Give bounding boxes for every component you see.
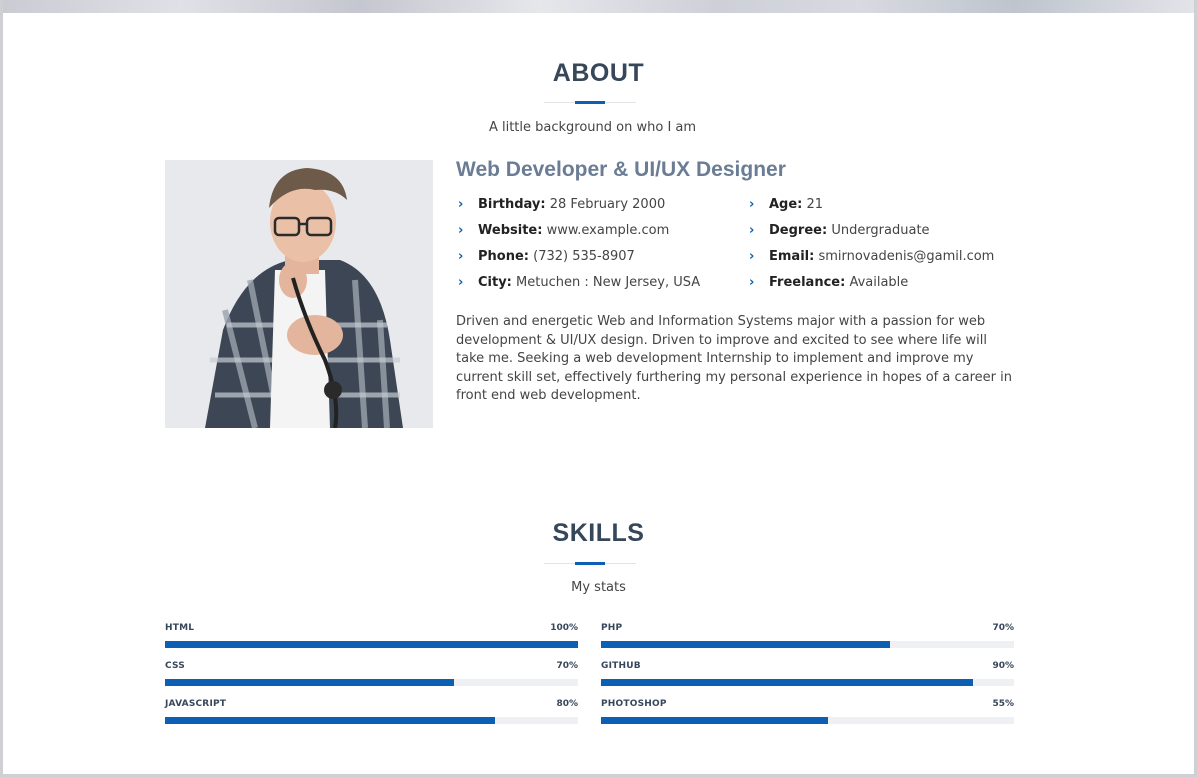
skill-label: CSS [165, 661, 185, 671]
skill-bar-fill [165, 679, 455, 686]
skill-label: HTML [165, 623, 195, 633]
chevron-right-icon: › [749, 223, 755, 238]
skill-label: PHOTOSHOP [601, 699, 667, 709]
chevron-right-icon: › [458, 197, 464, 212]
role-heading: Web Developer & UI/UX Designer [456, 158, 786, 181]
skill-label: JAVASCRIPT [165, 699, 227, 709]
info-birthday: › Birthday: 28 February 2000 [458, 197, 666, 212]
skill-bar-track [601, 679, 1014, 686]
info-website: › Website: www.example.com [458, 223, 670, 238]
skill-bar-track [165, 717, 578, 724]
info-age: › Age: 21 [749, 197, 824, 212]
website-link[interactable]: www.example.com [547, 223, 670, 238]
skill-percent: 55% [992, 699, 1014, 709]
skill-percent: 70% [556, 661, 578, 671]
info-phone: › Phone: (732) 535-8907 [458, 249, 635, 264]
skill-label: GITHUB [601, 661, 641, 671]
skill-percent: 70% [992, 623, 1014, 633]
email-link[interactable]: smirnovadenis@gamil.com [818, 249, 994, 264]
bio-paragraph: Driven and energetic Web and Information… [456, 314, 1012, 403]
skill-bar-track [165, 679, 578, 686]
info-degree: › Degree: Undergraduate [749, 223, 930, 238]
page-frame: ABOUT A little background on who I am We… [3, 0, 1194, 774]
chevron-right-icon: › [749, 197, 755, 212]
skill-bar-track [601, 641, 1014, 648]
skill-bar-fill [601, 679, 973, 686]
about-title: ABOUT [552, 59, 645, 87]
skill-percent: 90% [992, 661, 1014, 671]
skills-title: SKILLS [552, 519, 645, 547]
chevron-right-icon: › [458, 249, 464, 264]
skill-bar-fill [601, 717, 829, 724]
skill-bar-track [165, 641, 578, 648]
chevron-right-icon: › [458, 275, 464, 290]
profile-photo [165, 160, 433, 428]
info-freelance: › Freelance: Available [749, 275, 909, 290]
skill-percent: 80% [556, 699, 578, 709]
skill-bar-track [601, 717, 1014, 724]
about-title-accent [575, 101, 605, 104]
skill-label: PHP [601, 623, 623, 633]
chevron-right-icon: › [458, 223, 464, 238]
skill-bar-fill [165, 717, 496, 724]
chevron-right-icon: › [749, 249, 755, 264]
chevron-right-icon: › [749, 275, 755, 290]
skills-title-accent [575, 562, 605, 565]
info-email: › Email: smirnovadenis@gamil.com [749, 249, 995, 264]
skill-bar-fill [165, 641, 578, 648]
skill-bar-fill [601, 641, 891, 648]
skill-percent: 100% [550, 623, 578, 633]
about-subtitle: A little background on who I am [488, 120, 697, 135]
info-city: › City: Metuchen : New Jersey, USA [458, 275, 701, 290]
hero-image-strip [3, 0, 1194, 13]
skills-subtitle: My stats [571, 580, 626, 595]
